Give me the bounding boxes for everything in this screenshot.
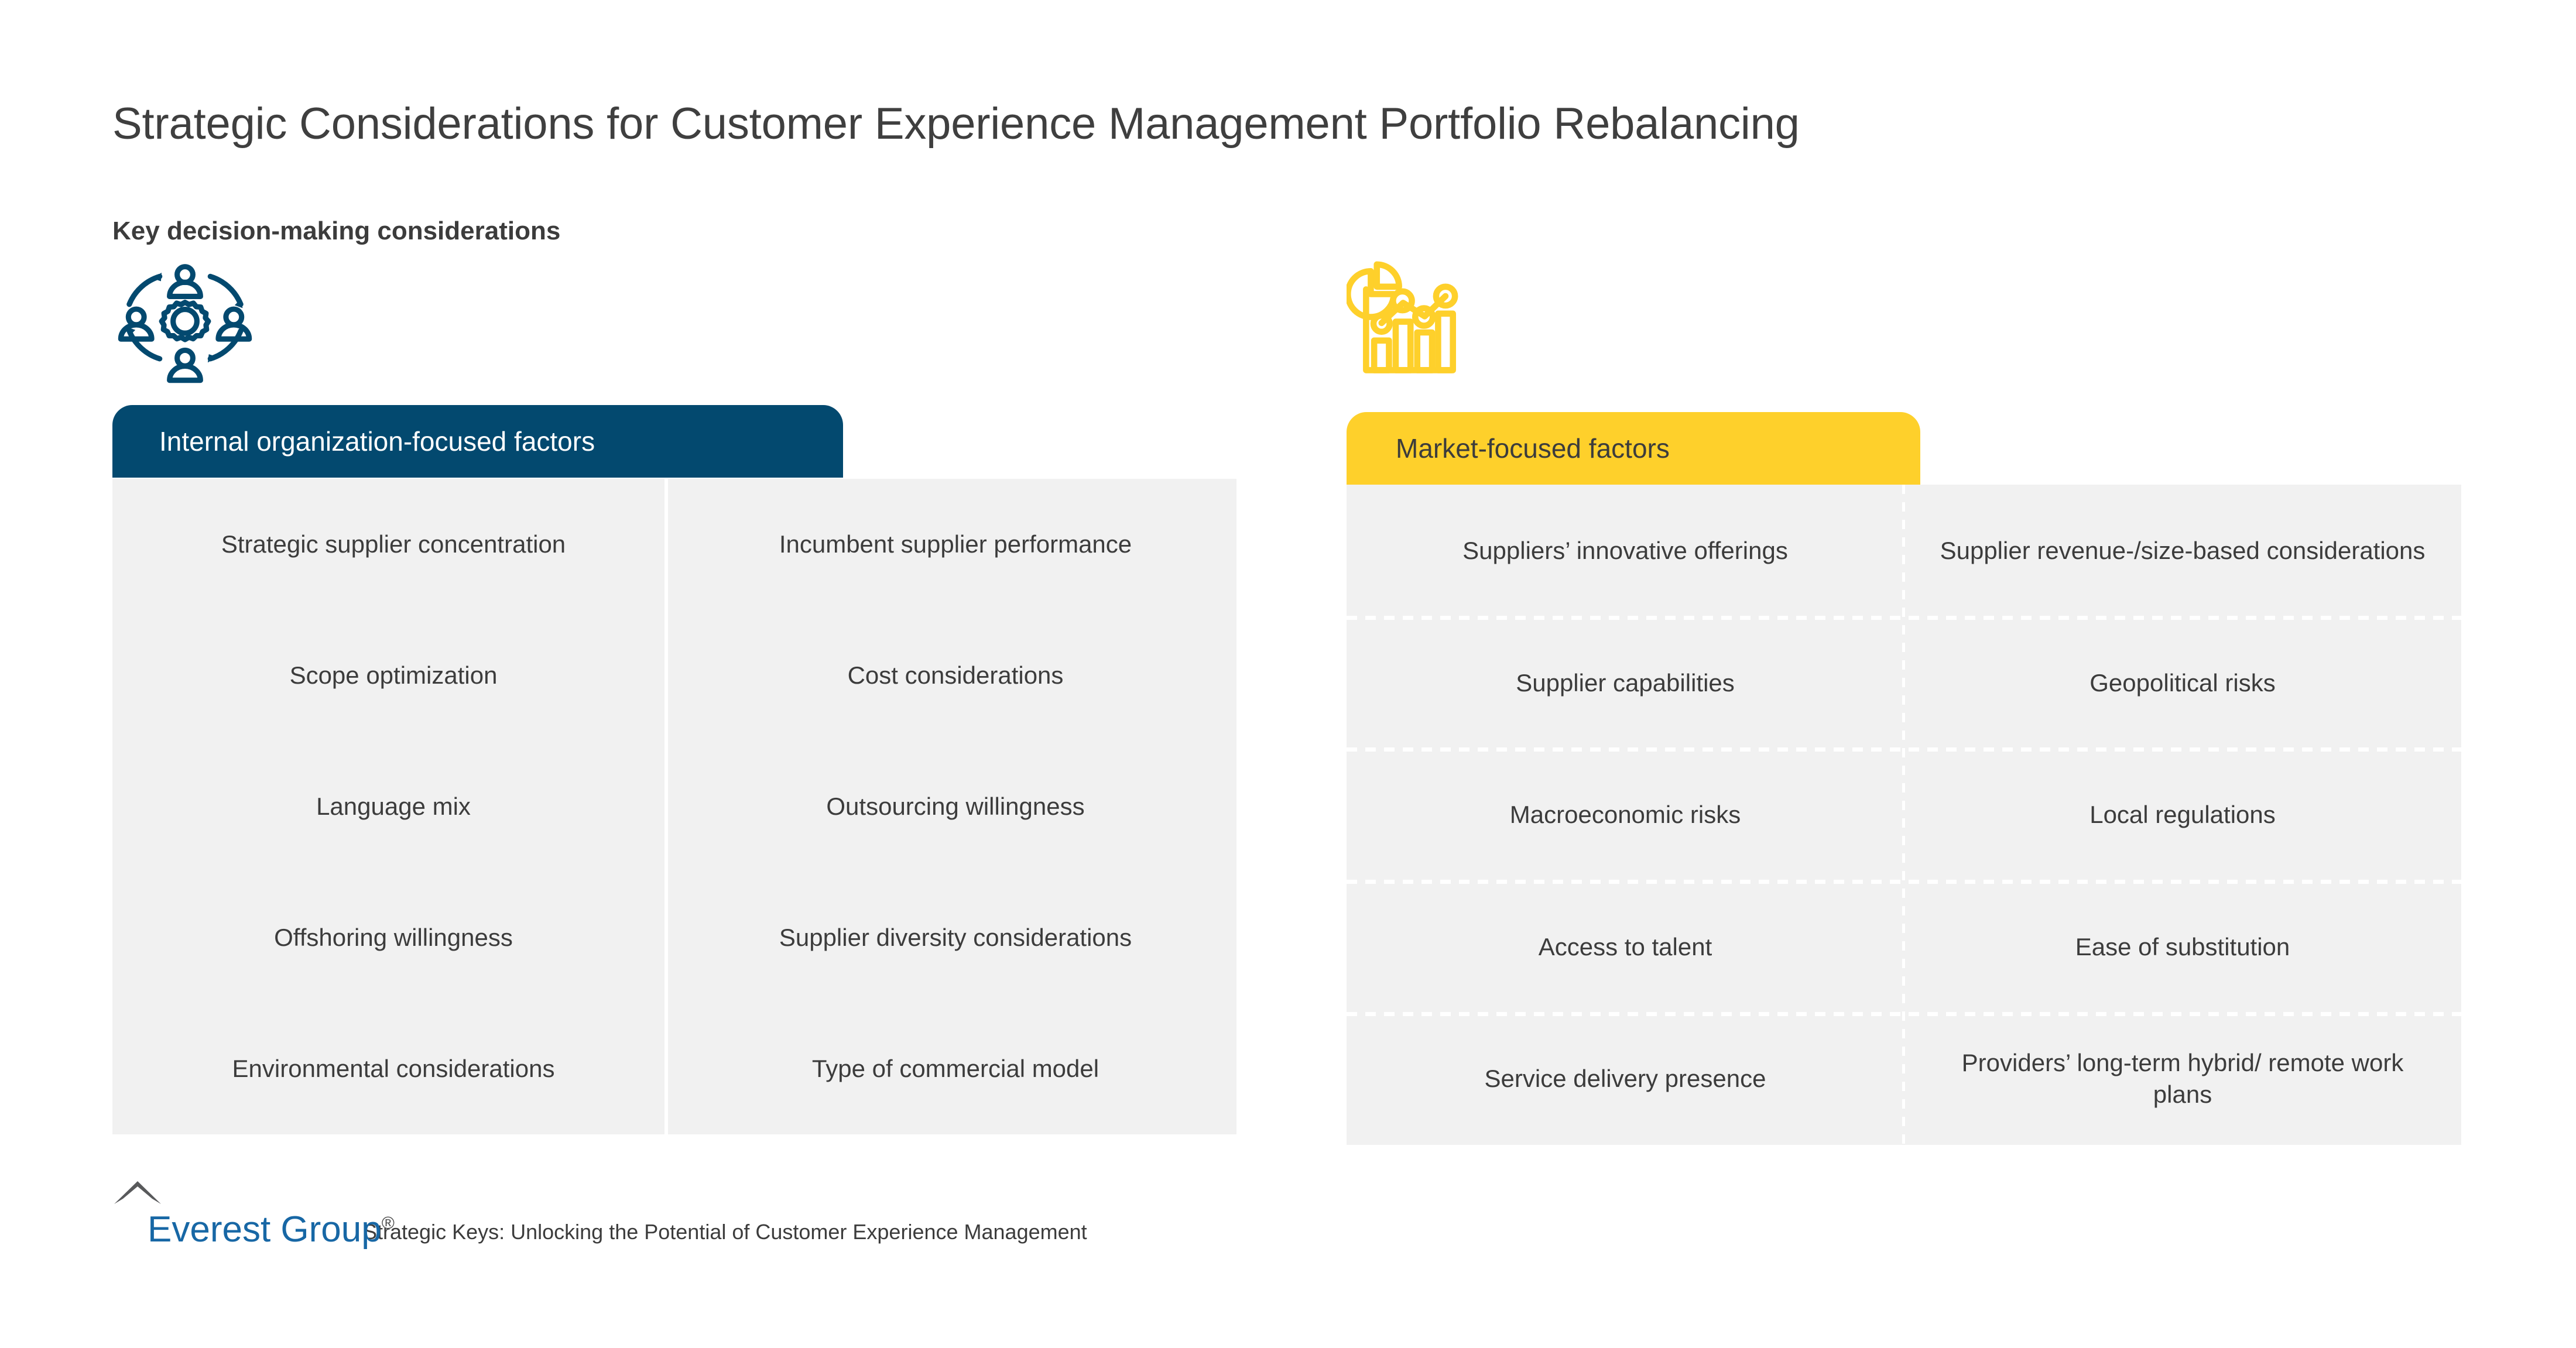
logo-wordmark: Everest Group®	[148, 1209, 395, 1250]
bar-pie-chart-icon	[1345, 252, 1481, 386]
list-item: Geopolitical risks	[2089, 668, 2276, 697]
list-item: Access to talent	[1538, 932, 1712, 961]
market-grid-row-divider	[1347, 880, 2461, 884]
market-grid-row-divider	[1347, 747, 2461, 752]
list-item: Service delivery presence	[1484, 1065, 1766, 1093]
list-item: Offshoring willingness	[274, 924, 513, 952]
list-item: Environmental considerations	[232, 1055, 555, 1083]
list-item: Ease of substitution	[2075, 932, 2290, 961]
list-item: Scope optimization	[289, 661, 498, 690]
internal-factors-grid: Strategic supplier concentration Incumbe…	[112, 479, 1236, 1134]
list-item: Suppliers’ innovative offerings	[1462, 536, 1788, 564]
list-item: Strategic supplier concentration	[221, 530, 566, 558]
list-item: Type of commercial model	[811, 1055, 1099, 1083]
page-title: Strategic Considerations for Customer Ex…	[112, 99, 1800, 149]
list-item: Local regulations	[2089, 801, 2276, 829]
registered-mark-icon: ®	[381, 1213, 395, 1233]
list-item: Providers’ long-term hybrid/ remote work…	[1961, 1049, 2404, 1109]
market-grid-row-divider	[1347, 616, 2461, 620]
panel-header-market-label: Market-focused factors	[1396, 433, 1670, 464]
footer-caption: Strategic Keys: Unlocking the Potential …	[363, 1220, 1087, 1244]
list-item: Supplier diversity considerations	[779, 924, 1132, 952]
slide-canvas: Strategic Considerations for Customer Ex…	[0, 0, 2576, 1348]
everest-peak-logo-icon: Everest Group®	[112, 1180, 395, 1250]
panel-header-market: Market-focused factors	[1347, 412, 1920, 485]
list-item: Macroeconomic risks	[1509, 801, 1741, 829]
footer: Everest Group® Strategic Keys: Unlocking…	[112, 1178, 1087, 1250]
internal-grid-column-divider	[664, 479, 668, 1134]
list-item: Outsourcing willingness	[826, 793, 1085, 821]
market-grid-row-divider	[1347, 1012, 2461, 1016]
list-item: Incumbent supplier performance	[779, 530, 1132, 558]
people-gear-cycle-icon	[109, 259, 261, 390]
panel-header-internal-label: Internal organization-focused factors	[159, 426, 595, 457]
list-item: Language mix	[316, 793, 471, 821]
market-grid-column-divider	[1902, 485, 1905, 1145]
list-item: Supplier revenue-/size-based considerati…	[1940, 536, 2426, 564]
panel-header-internal: Internal organization-focused factors	[112, 405, 843, 478]
list-item: Cost considerations	[847, 661, 1064, 690]
list-item: Supplier capabilities	[1516, 668, 1735, 697]
page-subtitle: Key decision-making considerations	[112, 217, 561, 245]
